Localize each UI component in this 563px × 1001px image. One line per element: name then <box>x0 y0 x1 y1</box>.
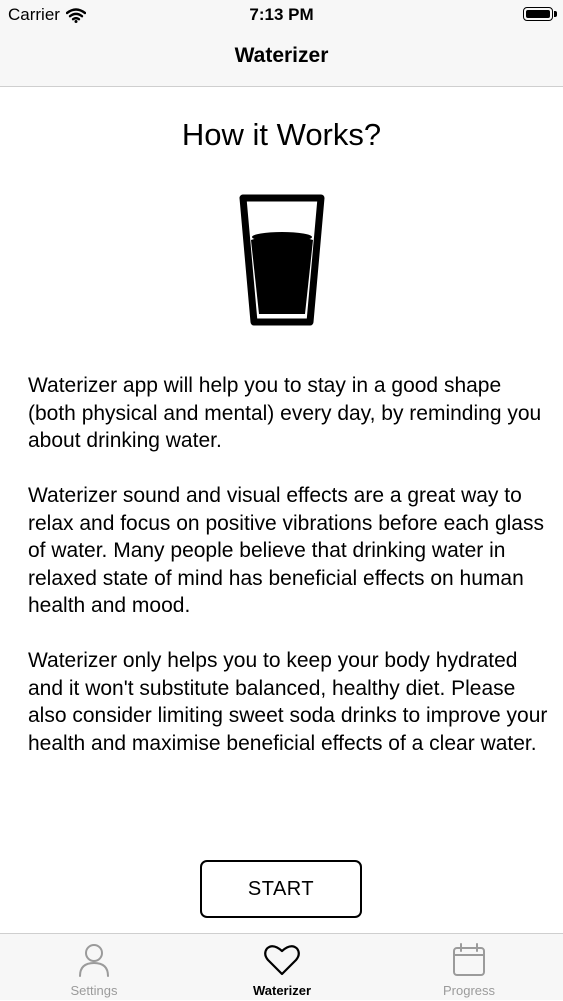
start-button[interactable]: START <box>200 860 362 918</box>
start-button-label: START <box>247 877 315 900</box>
tab-bar: Settings Waterizer Progress <box>0 933 563 1000</box>
tab-settings-label: Settings <box>70 983 118 998</box>
tab-progress-label: Progress <box>442 983 496 998</box>
tab-waterizer-label: Waterizer <box>252 983 312 998</box>
person-icon <box>79 944 109 977</box>
paragraph-intro: Waterizer app will help you to stay in a… <box>28 374 542 452</box>
battery-icon <box>523 7 557 21</box>
page-heading: How it Works? <box>181 117 382 152</box>
tab-settings[interactable]: Settings <box>0 934 188 1001</box>
description-text: Waterizer app will help you to stay in a… <box>28 372 548 785</box>
tab-waterizer[interactable]: Waterizer <box>188 934 376 1001</box>
navigation-bar: Waterizer <box>0 30 563 87</box>
heart-icon <box>264 945 300 976</box>
status-bar: Carrier 7:13 PM <box>0 0 563 30</box>
water-glass-icon <box>239 194 325 326</box>
paragraph-diet: Waterizer only helps you to keep your bo… <box>28 649 548 755</box>
paragraph-effects: Waterizer sound and visual effects are a… <box>28 484 544 617</box>
tab-progress[interactable]: Progress <box>375 934 563 1001</box>
nav-title: Waterizer <box>234 44 329 67</box>
calendar-icon <box>453 943 485 976</box>
status-time: 7:13 PM <box>249 5 314 24</box>
